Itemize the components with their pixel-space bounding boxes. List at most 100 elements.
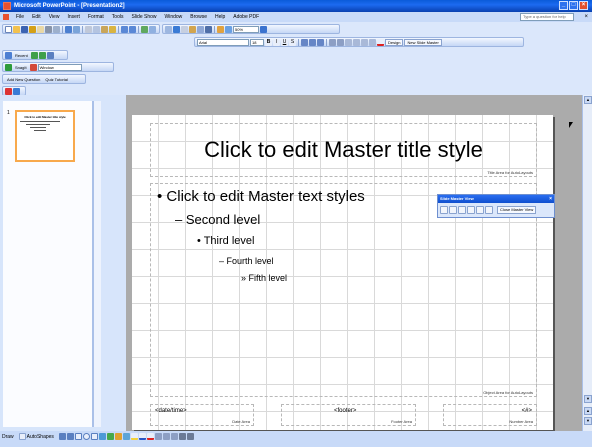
decrease-indent-icon[interactable] — [361, 38, 368, 46]
open-icon[interactable] — [13, 25, 20, 33]
increase-indent-icon[interactable] — [369, 38, 376, 46]
number-text[interactable]: <#> — [522, 408, 532, 414]
print-icon[interactable] — [45, 25, 52, 33]
menu-tools[interactable]: Tools — [108, 12, 128, 22]
insert-icon[interactable] — [217, 25, 224, 33]
format-painter-icon[interactable] — [109, 25, 116, 33]
text-level-2[interactable]: – Second level — [175, 212, 260, 227]
menu-insert[interactable]: Insert — [63, 12, 84, 22]
text-level-3[interactable]: • Third level — [197, 235, 254, 247]
arrow-style-icon[interactable] — [170, 433, 178, 440]
slide-master-toolbar-title[interactable]: Slide Master View × — [438, 195, 554, 203]
insert-hyperlink-icon[interactable] — [173, 25, 180, 33]
add-new-question-button[interactable]: Add New Question — [5, 77, 42, 82]
color-grayscale-icon[interactable] — [205, 25, 212, 33]
wordart-icon[interactable] — [98, 433, 106, 440]
close-master-view-button[interactable]: Close Master View — [497, 206, 537, 214]
email-icon[interactable] — [37, 25, 44, 33]
text-level-4[interactable]: – Fourth level — [219, 256, 274, 266]
draw-menu-button[interactable]: Draw — [2, 434, 14, 440]
new-slide-master-button[interactable]: New Slide Master — [404, 38, 442, 46]
shadow-icon[interactable]: S — [289, 38, 296, 46]
line-color-icon[interactable] — [138, 433, 146, 440]
next-slide-icon[interactable]: ▼ — [584, 417, 592, 425]
redo-icon[interactable] — [129, 25, 136, 33]
tables-borders-icon[interactable] — [165, 25, 172, 33]
close-icon[interactable]: × — [549, 195, 552, 203]
capture-profile-select[interactable]: Window — [37, 63, 82, 71]
text-level-5[interactable]: » Fifth level — [241, 273, 287, 283]
maximize-icon[interactable]: □ — [569, 1, 578, 10]
bullets-icon[interactable] — [337, 38, 344, 46]
preserve-master-icon[interactable] — [467, 206, 475, 214]
design-button[interactable]: Design — [385, 38, 404, 46]
master-title-text[interactable]: Click to edit Master title style — [151, 137, 536, 163]
font-color-drawing-icon[interactable] — [146, 433, 154, 440]
record-icon[interactable] — [5, 87, 12, 95]
menu-browse[interactable]: Browse — [186, 12, 211, 22]
underline-icon[interactable]: U — [281, 38, 288, 46]
menu-view[interactable]: View — [45, 12, 64, 22]
italic-icon[interactable]: I — [273, 38, 280, 46]
navigate-forward-icon[interactable] — [38, 51, 46, 59]
show-grid-icon[interactable] — [197, 25, 204, 33]
number-placeholder[interactable]: <#> Number Area — [443, 404, 537, 426]
title-placeholder[interactable]: Click to edit Master title style Title A… — [150, 123, 537, 177]
research-icon[interactable] — [73, 25, 80, 33]
clip-art-icon[interactable] — [114, 433, 122, 440]
menu-edit[interactable]: Edit — [28, 12, 45, 22]
font-color-icon[interactable] — [377, 38, 384, 46]
snagit-icon[interactable] — [5, 63, 12, 71]
menu-slide-show[interactable]: Slide Show — [127, 12, 160, 22]
menu-format[interactable]: Format — [84, 12, 108, 22]
slide-master-view-toolbar[interactable]: Slide Master View × Close Master View — [437, 194, 555, 218]
slide-thumbnail[interactable]: Click to edit Master title style — [15, 110, 75, 162]
delete-master-icon[interactable] — [458, 206, 466, 214]
print-preview-icon[interactable] — [53, 25, 60, 33]
paste-icon[interactable] — [101, 25, 108, 33]
recent-button[interactable]: Recent — [13, 53, 30, 58]
autoshapes-menu-button[interactable]: AutoShapes — [27, 434, 54, 440]
footer-placeholder[interactable]: <footer> Footer Area — [281, 404, 416, 426]
expand-all-icon[interactable] — [181, 25, 188, 33]
line-style-icon[interactable] — [154, 433, 162, 440]
3d-style-icon[interactable] — [186, 433, 194, 440]
align-right-icon[interactable] — [317, 38, 324, 46]
fill-color-icon[interactable] — [130, 433, 138, 440]
font-name-select[interactable]: Arial — [197, 38, 249, 46]
spelling-icon[interactable] — [65, 25, 72, 33]
quiz-tutorial-button[interactable]: Quiz Tutorial — [43, 77, 69, 82]
picture-icon[interactable] — [122, 433, 130, 440]
previous-slide-icon[interactable]: ▲ — [584, 407, 592, 415]
capture-icon[interactable] — [29, 63, 37, 71]
rectangle-icon[interactable] — [74, 433, 82, 440]
powerpoint-app-icon[interactable] — [3, 2, 11, 10]
navigate-back-icon[interactable] — [30, 51, 38, 59]
increase-font-size-icon[interactable] — [345, 38, 352, 46]
slides-pane-scrollbar[interactable] — [93, 101, 101, 427]
master-slide[interactable]: Click to edit Master title style Title A… — [132, 115, 553, 430]
date-text[interactable]: <date/time> — [155, 408, 187, 414]
menu-file[interactable]: File — [12, 12, 28, 22]
select-objects-icon[interactable] — [18, 433, 26, 440]
bold-icon[interactable]: B — [265, 38, 272, 46]
insert-chart-icon[interactable] — [141, 25, 148, 33]
minimize-icon[interactable]: _ — [559, 1, 568, 10]
grid-icon[interactable] — [225, 25, 232, 33]
help-search-input[interactable]: Type a question for help — [520, 13, 574, 21]
cut-icon[interactable] — [85, 25, 92, 33]
scroll-down-icon[interactable]: ▼ — [584, 395, 592, 403]
footer-text[interactable]: <footer> — [334, 408, 356, 414]
menu-help[interactable]: Help — [211, 12, 229, 22]
menu-window[interactable]: Window — [161, 12, 187, 22]
vertical-scrollbar[interactable]: ▲ ▼ ▲ ▼ — [582, 95, 592, 431]
line-icon[interactable] — [58, 433, 66, 440]
zoom-select[interactable]: 50% — [233, 25, 259, 33]
dash-style-icon[interactable] — [162, 433, 170, 440]
help-icon[interactable] — [260, 25, 267, 33]
align-left-icon[interactable] — [301, 38, 308, 46]
arrow-icon[interactable] — [66, 433, 74, 440]
scroll-up-icon[interactable]: ▲ — [584, 96, 592, 104]
new-icon[interactable] — [5, 25, 12, 33]
rename-master-icon[interactable] — [476, 206, 484, 214]
